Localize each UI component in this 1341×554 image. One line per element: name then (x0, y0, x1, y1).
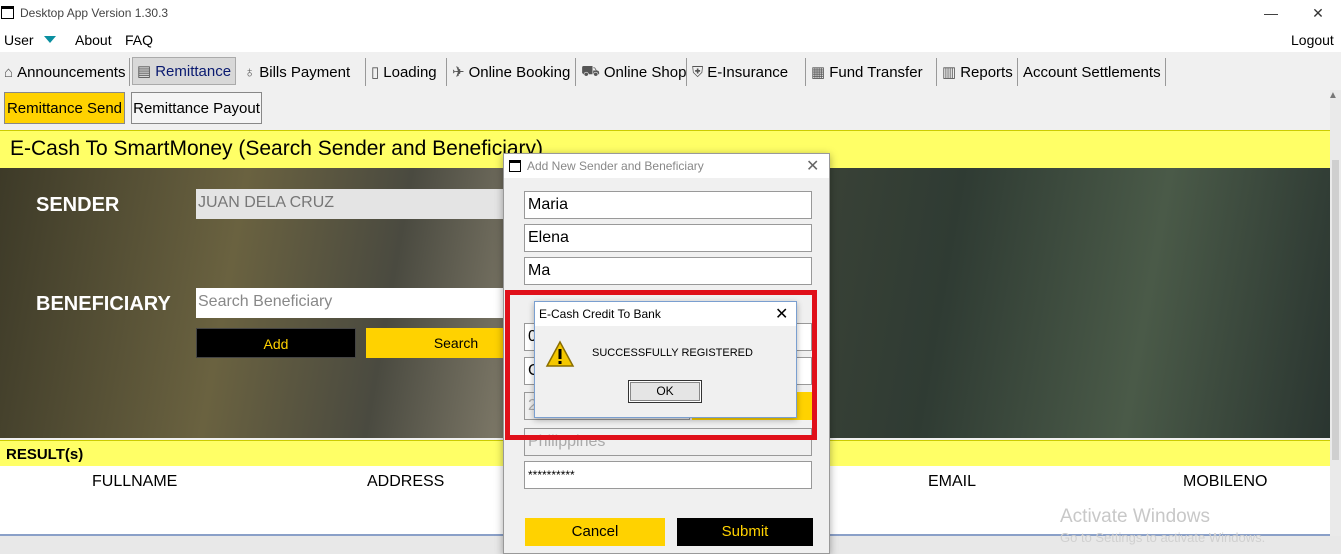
tab-account-settlements[interactable]: Account Settlements (1019, 58, 1166, 86)
menu-bar (0, 28, 1341, 52)
submit-button[interactable]: Submit (677, 518, 813, 546)
menu-logout[interactable]: Logout (1291, 32, 1334, 48)
message-text: SUCCESSFULLY REGISTERED (592, 347, 753, 359)
message-box-title: E-Cash Credit To Bank (539, 307, 661, 321)
activation-watermark: Activate Windows (1060, 506, 1210, 527)
column-mobileno: MOBILENO (1183, 473, 1268, 490)
password-field[interactable]: ********** (524, 461, 812, 489)
report-icon: ▥ (942, 64, 957, 81)
close-window-button[interactable]: ✕ (1295, 0, 1341, 28)
insurance-icon: ⛨ (692, 63, 704, 81)
title-bar (0, 0, 1341, 28)
activation-watermark-hint: Go to Settings to activate Windows. (1060, 530, 1266, 545)
money-bag-icon: ♁ (244, 63, 256, 81)
tab-announcements[interactable]: ⌂ Announcements (0, 58, 130, 86)
ok-button[interactable]: OK (628, 380, 702, 403)
chevron-down-icon[interactable] (44, 36, 56, 43)
home-icon: ⌂ (4, 63, 14, 81)
results-label: RESULT(s) (6, 446, 84, 463)
dialog-app-icon (509, 160, 521, 172)
close-icon[interactable]: ✕ (775, 304, 788, 324)
menu-user[interactable]: User (4, 32, 34, 48)
beneficiary-label: BENEFICIARY (36, 293, 171, 315)
window-title: Desktop App Version 1.30.3 (20, 6, 169, 20)
menu-faq[interactable]: FAQ (125, 32, 153, 48)
money-stack-icon: ▦ (811, 64, 826, 81)
remittance-send-button[interactable]: Remittance Send (4, 92, 125, 124)
menu-about[interactable]: About (75, 32, 112, 48)
remittance-payout-button[interactable]: Remittance Payout (131, 92, 262, 124)
tab-remittance[interactable]: ▤ Remittance (132, 57, 236, 85)
scroll-up-icon[interactable]: ▲ (1328, 90, 1338, 101)
close-icon[interactable]: ✕ (806, 156, 819, 176)
beneficiary-search-input[interactable]: Search Beneficiary (196, 288, 506, 318)
tab-bills-payment[interactable]: ♁ Bills Payment (240, 58, 366, 86)
tab-online-shop[interactable]: ⛟ Online Shop (577, 58, 687, 86)
remittance-icon: ▤ (137, 63, 152, 80)
page-title: E-Cash To SmartMoney (Search Sender and … (10, 137, 544, 160)
warning-icon (545, 340, 575, 367)
sender-label: SENDER (36, 194, 120, 216)
dialog-title: Add New Sender and Beneficiary (527, 159, 704, 173)
add-button[interactable]: Add (196, 328, 356, 358)
column-email: EMAIL (928, 473, 977, 490)
plane-icon: ✈ (452, 64, 465, 81)
scrollbar-thumb[interactable] (1332, 160, 1339, 460)
tab-online-booking[interactable]: ✈ Online Booking (448, 58, 576, 86)
first-name-field[interactable]: Maria (524, 191, 812, 219)
cart-icon: ⛟ (581, 62, 600, 80)
maximize-button[interactable] (1249, 0, 1295, 28)
tab-reports[interactable]: ▥ Reports (938, 58, 1018, 86)
tab-loading[interactable]: ▯ Loading (367, 58, 447, 86)
last-name-field[interactable]: Ma (524, 257, 812, 285)
tab-e-insurance[interactable]: ⛨ E-Insurance (688, 58, 806, 86)
sender-field[interactable]: JUAN DELA CRUZ (196, 189, 506, 219)
column-address: ADDRESS (367, 473, 445, 490)
tab-fund-transfer[interactable]: ▦ Fund Transfer (807, 58, 937, 86)
app-icon (1, 6, 14, 19)
phone-icon: ▯ (371, 64, 380, 81)
middle-name-field[interactable]: Elena (524, 224, 812, 252)
cancel-button[interactable]: Cancel (525, 518, 665, 546)
column-fullname: FULLNAME (92, 473, 178, 490)
